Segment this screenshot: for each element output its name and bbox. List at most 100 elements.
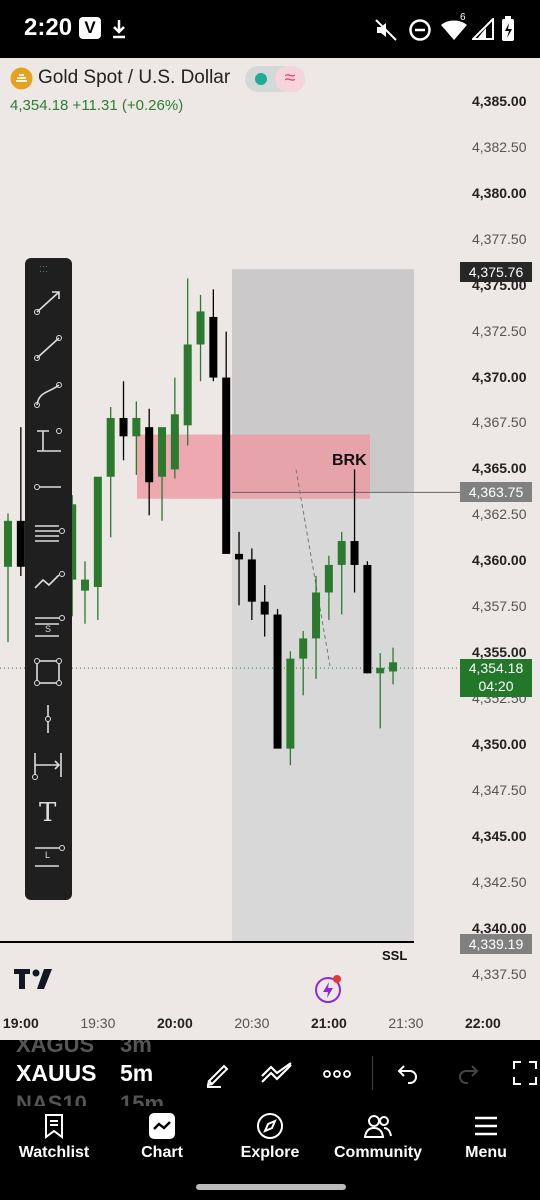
candle-body: [286, 658, 295, 749]
nav-explore-label: Explore: [240, 1144, 300, 1161]
candle-body: [324, 564, 333, 593]
parallel-lines-icon: [35, 524, 65, 542]
drawings-icon[interactable]: [260, 1062, 294, 1086]
community-icon: [364, 1115, 392, 1138]
candle-body: [260, 601, 269, 615]
do-not-disturb-icon: [409, 19, 431, 41]
nav-chart[interactable]: Chart: [108, 1106, 216, 1186]
candle-body: [247, 559, 256, 602]
fib-s-tool[interactable]: S: [25, 604, 72, 648]
ssl-label: SSL: [382, 948, 408, 963]
candle-body: [158, 427, 167, 477]
y-tick-label: 4,347.50: [472, 781, 527, 798]
gold-coin-icon: [10, 67, 33, 90]
vertical-measure-tool[interactable]: [25, 419, 72, 463]
curve-icon: [34, 381, 62, 408]
zigzag-tool[interactable]: [25, 558, 72, 602]
nav-community-label: Community: [334, 1144, 422, 1161]
watchlist-icon: [45, 1114, 63, 1139]
x-tick-label: 19:30: [80, 1015, 116, 1031]
line-icon: [34, 335, 62, 362]
undo-icon[interactable]: [396, 1062, 420, 1084]
chart-area[interactable]: Gold Spot / U.S. Dollar ≈ 4,354.18 +11.3…: [0, 58, 540, 1040]
countdown-timer: 04:20: [478, 678, 514, 695]
tradingview-logo-icon[interactable]: [14, 969, 54, 989]
horizontal-ray-icon: [34, 484, 61, 491]
fib-s-glyph: S: [45, 624, 52, 635]
pencil-icon[interactable]: [204, 1059, 234, 1089]
candle-body: [312, 592, 321, 639]
candle-body: [350, 541, 359, 565]
symbol-picker[interactable]: XAGUS XAUUS NAS10: [16, 1040, 106, 1106]
range-measure-icon: [32, 753, 62, 780]
price-tag: 4,354.18 04:20: [460, 659, 532, 698]
price-tag-value: 4,363.75: [468, 484, 524, 501]
signal-badge: 6: [460, 12, 466, 23]
x-tick-label: 20:30: [234, 1015, 270, 1031]
redo-icon[interactable]: [456, 1062, 480, 1084]
drag-handle-icon[interactable]: ⋯ ⋯: [39, 262, 49, 276]
price-tag-value: 4,339.19: [468, 935, 524, 952]
rectangle-icon: [34, 658, 62, 687]
range-box-lower: [232, 492, 414, 942]
price-tag-value: 4,375.76: [468, 263, 524, 280]
trend-line-arrow-tool[interactable]: [25, 280, 72, 324]
candle-body: [183, 344, 192, 426]
vertical-measure-icon: [37, 427, 62, 452]
candle-body: [389, 662, 398, 672]
drawing-toolbar[interactable]: ⋯ ⋯ S T L: [25, 258, 72, 900]
parallel-lines-tool[interactable]: [25, 512, 72, 556]
range-measure-tool[interactable]: [25, 743, 72, 787]
nav-menu[interactable]: Menu: [432, 1106, 540, 1186]
price-tag: 4,363.75: [460, 482, 532, 503]
market-status-pill[interactable]: ≈: [245, 66, 305, 92]
vertical-line-icon: [45, 704, 51, 733]
rectangle-tool[interactable]: [25, 650, 72, 694]
status-time: 2:20: [24, 14, 73, 41]
more-icon[interactable]: [323, 1070, 351, 1078]
symbol-prev: XAGUS: [16, 1040, 95, 1057]
candle-body: [106, 417, 115, 477]
symbol-title[interactable]: Gold Spot / U.S. Dollar: [38, 67, 230, 89]
candle-body: [4, 520, 12, 567]
text-glyph: T: [39, 798, 57, 829]
gesture-bar[interactable]: [196, 1184, 346, 1190]
bottom-navigation[interactable]: Watchlist Chart Explore Community Menu: [0, 1106, 540, 1200]
curve-tool[interactable]: [25, 373, 72, 417]
battery-icon: [502, 16, 514, 41]
y-tick-label: 4,372.50: [472, 322, 527, 339]
candle-body: [273, 614, 282, 749]
vertical-line-tool[interactable]: [25, 697, 72, 741]
price-chart[interactable]: [0, 58, 540, 1040]
fib-l-tool[interactable]: L: [25, 836, 72, 880]
x-tick-label: 22:00: [464, 1015, 501, 1031]
x-tick-label: 21:00: [310, 1015, 347, 1031]
interval-picker[interactable]: 3m 5m 15m: [120, 1040, 180, 1106]
candle-body: [119, 417, 128, 437]
symbol-current: XAUUS: [16, 1060, 97, 1086]
flash-alert-button[interactable]: [315, 975, 341, 1003]
y-tick-label: 4,385.00: [472, 93, 527, 109]
candle-body: [209, 316, 218, 378]
text-tool[interactable]: T: [25, 789, 72, 833]
nav-community[interactable]: Community: [324, 1106, 432, 1186]
symbol-next: NAS10: [16, 1091, 87, 1106]
status-bar: 2:20 V 6: [0, 0, 540, 58]
horizontal-ray-tool[interactable]: [25, 465, 72, 509]
cell-signal-icon: [472, 18, 494, 40]
fullscreen-icon[interactable]: [512, 1060, 538, 1086]
line-tool[interactable]: [25, 326, 72, 370]
candle-body: [222, 377, 231, 554]
nav-watchlist[interactable]: Watchlist: [0, 1106, 108, 1186]
app-badge-letter: V: [84, 18, 96, 37]
symbol-interval-bar[interactable]: XAGUS XAUUS NAS10 3m 5m 15m: [0, 1040, 540, 1106]
y-tick-label: 4,350.00: [472, 735, 527, 752]
y-tick-label: 4,355.00: [472, 644, 527, 661]
brk-label: BRK: [332, 452, 367, 469]
nav-chart-label: Chart: [141, 1144, 183, 1161]
interval-next: 15m: [120, 1091, 165, 1106]
y-tick-label: 4,360.00: [472, 552, 527, 569]
mute-icon: [375, 19, 397, 41]
nav-explore[interactable]: Explore: [216, 1106, 324, 1186]
candle-body: [376, 667, 385, 674]
